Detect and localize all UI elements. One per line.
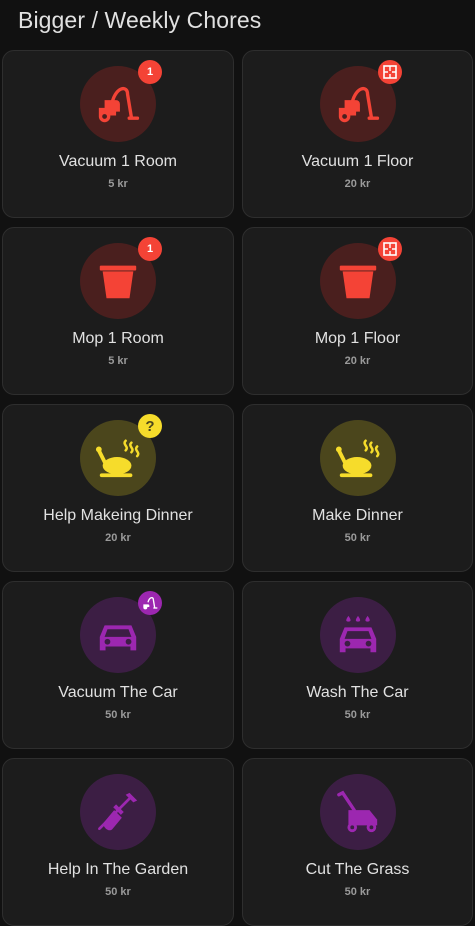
count-badge: 1 xyxy=(138,237,162,261)
chore-icon-circle xyxy=(319,60,402,142)
floor-plan-icon xyxy=(382,242,397,256)
floor-plan-badge xyxy=(377,60,402,84)
chore-card-help-in-the-garden[interactable]: Help In The Garden 50 kr xyxy=(2,758,234,926)
question-badge: ? xyxy=(138,414,162,438)
food-turkey-icon xyxy=(335,439,379,478)
car-wash-icon xyxy=(339,615,376,653)
vacuum-icon xyxy=(143,596,158,610)
chore-price: 20 kr xyxy=(344,178,371,190)
chore-price: 50 kr xyxy=(344,709,371,721)
header: Bigger / Weekly Chores xyxy=(0,0,475,40)
bucket-icon xyxy=(339,265,376,299)
chore-price: 50 kr xyxy=(105,886,131,898)
chore-title: Cut The Grass xyxy=(305,861,410,878)
chore-title: Make Dinner xyxy=(312,507,403,524)
chore-price: 50 kr xyxy=(344,886,371,898)
car-icon xyxy=(99,625,137,651)
page-title: Bigger / Weekly Chores xyxy=(18,6,262,33)
chore-card-make-dinner[interactable]: Make Dinner 50 kr xyxy=(242,404,473,572)
chore-icon-circle xyxy=(319,774,396,850)
chore-price: 50 kr xyxy=(344,532,371,544)
chore-price: 5 kr xyxy=(108,178,128,190)
chore-title: Help Makeing Dinner xyxy=(43,507,193,524)
vacuum-badge xyxy=(138,591,162,615)
chore-grid: 1 Vacuum 1 Room 5 kr Vacuum 1 Floor 20 k… xyxy=(2,50,473,926)
floor-plan-icon xyxy=(382,65,397,79)
chore-title: Vacuum 1 Room xyxy=(59,153,177,170)
count-badge: 1 xyxy=(138,60,162,84)
chore-card-mop-1-floor[interactable]: Mop 1 Floor 20 kr xyxy=(242,227,473,395)
chore-icon-circle: 1 xyxy=(80,237,162,319)
vacuum-icon xyxy=(338,86,379,123)
chore-price: 20 kr xyxy=(105,532,131,544)
chore-icon-circle: ? xyxy=(80,414,162,496)
chore-icon-circle xyxy=(319,237,402,319)
chore-card-help-making-dinner[interactable]: ? Help Makeing Dinner 20 kr xyxy=(2,404,234,572)
chore-price: 5 kr xyxy=(108,355,128,367)
chore-icon-circle: 1 xyxy=(80,60,162,142)
chore-icon-circle xyxy=(319,420,396,496)
chore-card-cut-the-grass[interactable]: Cut The Grass 50 kr xyxy=(242,758,473,926)
bucket-icon xyxy=(99,265,137,299)
chore-card-vacuum-1-room[interactable]: 1 Vacuum 1 Room 5 kr xyxy=(2,50,234,218)
food-turkey-icon xyxy=(95,439,140,478)
chore-card-wash-the-car[interactable]: Wash The Car 50 kr xyxy=(242,581,473,749)
chore-title: Vacuum The Car xyxy=(58,684,178,701)
chore-title: Wash The Car xyxy=(306,684,409,701)
chore-title: Mop 1 Room xyxy=(72,330,164,347)
chore-icon-circle xyxy=(80,591,162,673)
chore-title: Vacuum 1 Floor xyxy=(301,153,414,170)
shovel-icon xyxy=(98,792,138,831)
chore-title: Mop 1 Floor xyxy=(314,330,401,347)
chore-title: Help In The Garden xyxy=(47,861,189,878)
chore-card-vacuum-1-floor[interactable]: Vacuum 1 Floor 20 kr xyxy=(242,50,473,218)
floor-plan-badge xyxy=(377,237,402,261)
chore-icon-circle xyxy=(80,774,156,850)
chore-icon-circle xyxy=(319,597,396,673)
chore-card-vacuum-the-car[interactable]: Vacuum The Car 50 kr xyxy=(2,581,234,749)
chore-price: 20 kr xyxy=(344,355,371,367)
lawn-mower-icon xyxy=(336,790,377,833)
chore-price: 50 kr xyxy=(105,709,131,721)
chore-card-mop-1-room[interactable]: 1 Mop 1 Room 5 kr xyxy=(2,227,234,395)
vacuum-icon xyxy=(98,86,140,123)
